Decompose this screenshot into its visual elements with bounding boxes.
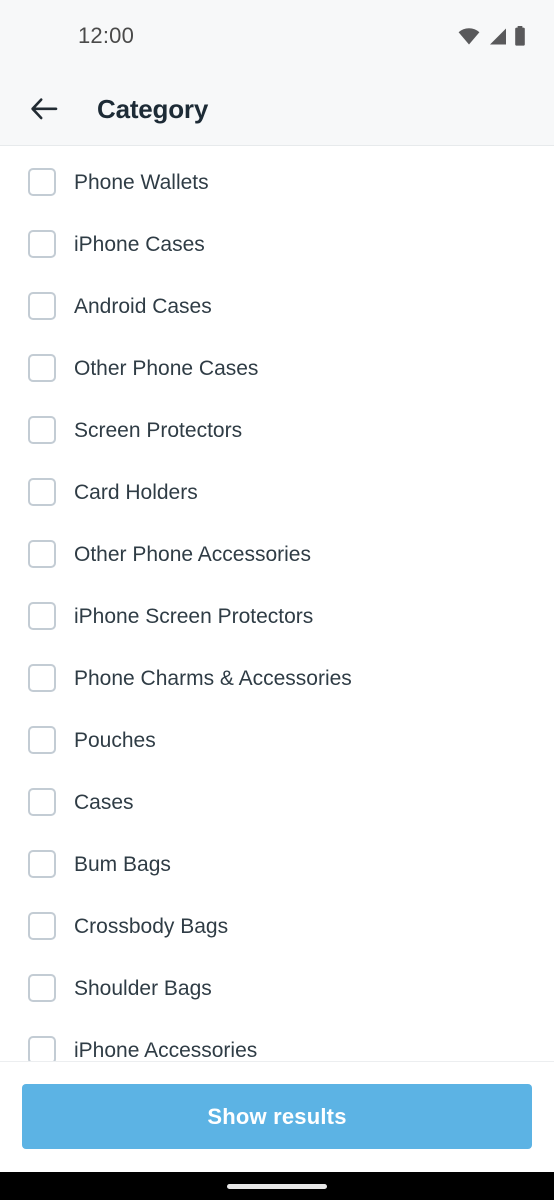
list-item-label: Bum Bags bbox=[74, 852, 171, 876]
status-bar-icons bbox=[458, 26, 526, 46]
list-item-label: iPhone Cases bbox=[74, 232, 205, 256]
list-item-label: Screen Protectors bbox=[74, 418, 243, 442]
list-item-label: iPhone Screen Protectors bbox=[74, 604, 314, 628]
category-checkbox[interactable] bbox=[28, 540, 56, 568]
wifi-icon bbox=[458, 27, 480, 45]
list-item-label: Pouches bbox=[74, 728, 156, 752]
list-item-label: Phone Charms & Accessories bbox=[74, 666, 352, 690]
footer-bar: Show results bbox=[0, 1061, 554, 1172]
list-item[interactable]: Cases bbox=[0, 771, 554, 833]
category-checkbox[interactable] bbox=[28, 168, 56, 196]
list-item[interactable]: iPhone Accessories bbox=[0, 1019, 554, 1061]
category-checkbox[interactable] bbox=[28, 292, 56, 320]
list-item-label: Shoulder Bags bbox=[74, 976, 212, 1000]
list-item-label: Phone Wallets bbox=[74, 170, 209, 194]
category-checkbox[interactable] bbox=[28, 416, 56, 444]
list-item-label: Other Phone Accessories bbox=[74, 542, 311, 566]
page-title: Category bbox=[97, 93, 209, 124]
system-navigation-bar bbox=[0, 1172, 554, 1200]
list-item-label: Crossbody Bags bbox=[74, 914, 229, 938]
category-checkbox[interactable] bbox=[28, 230, 56, 258]
list-item[interactable]: Crossbody Bags bbox=[0, 895, 554, 957]
category-list[interactable]: Phone Wallets iPhone Cases Android Cases… bbox=[0, 146, 554, 1061]
list-item[interactable]: Bum Bags bbox=[0, 833, 554, 895]
category-checkbox[interactable] bbox=[28, 602, 56, 630]
battery-icon bbox=[514, 26, 526, 46]
status-bar: 12:00 bbox=[0, 0, 554, 72]
category-checkbox[interactable] bbox=[28, 974, 56, 1002]
category-checkbox[interactable] bbox=[28, 664, 56, 692]
show-results-button[interactable]: Show results bbox=[22, 1084, 532, 1149]
list-item[interactable]: Phone Wallets bbox=[0, 151, 554, 213]
list-item-label: Cases bbox=[74, 790, 134, 814]
list-item[interactable]: Screen Protectors bbox=[0, 399, 554, 461]
category-checkbox[interactable] bbox=[28, 912, 56, 940]
gesture-pill[interactable] bbox=[227, 1183, 327, 1189]
list-item-label: Android Cases bbox=[74, 294, 212, 318]
category-checkbox[interactable] bbox=[28, 1036, 56, 1061]
cellular-signal-icon bbox=[487, 28, 507, 45]
phone-screen: 12:00 Category Phone Wallets iPhone Case… bbox=[0, 0, 554, 1200]
back-button[interactable] bbox=[22, 87, 66, 131]
list-item[interactable]: Other Phone Cases bbox=[0, 337, 554, 399]
list-item[interactable]: Android Cases bbox=[0, 275, 554, 337]
arrow-left-icon bbox=[29, 96, 59, 122]
list-item-label: Card Holders bbox=[74, 480, 198, 504]
list-item[interactable]: Other Phone Accessories bbox=[0, 523, 554, 585]
list-item[interactable]: Shoulder Bags bbox=[0, 957, 554, 1019]
status-bar-time: 12:00 bbox=[78, 23, 135, 48]
list-item[interactable]: iPhone Screen Protectors bbox=[0, 585, 554, 647]
category-checkbox[interactable] bbox=[28, 726, 56, 754]
list-item[interactable]: iPhone Cases bbox=[0, 213, 554, 275]
category-checkbox[interactable] bbox=[28, 850, 56, 878]
list-item[interactable]: Pouches bbox=[0, 709, 554, 771]
category-checkbox[interactable] bbox=[28, 354, 56, 382]
list-item[interactable]: Phone Charms & Accessories bbox=[0, 647, 554, 709]
app-bar: Category bbox=[0, 72, 554, 146]
list-item[interactable]: Card Holders bbox=[0, 461, 554, 523]
category-checkbox[interactable] bbox=[28, 478, 56, 506]
list-item-label: Other Phone Cases bbox=[74, 356, 259, 380]
category-checkbox[interactable] bbox=[28, 788, 56, 816]
list-item-label: iPhone Accessories bbox=[74, 1038, 258, 1061]
